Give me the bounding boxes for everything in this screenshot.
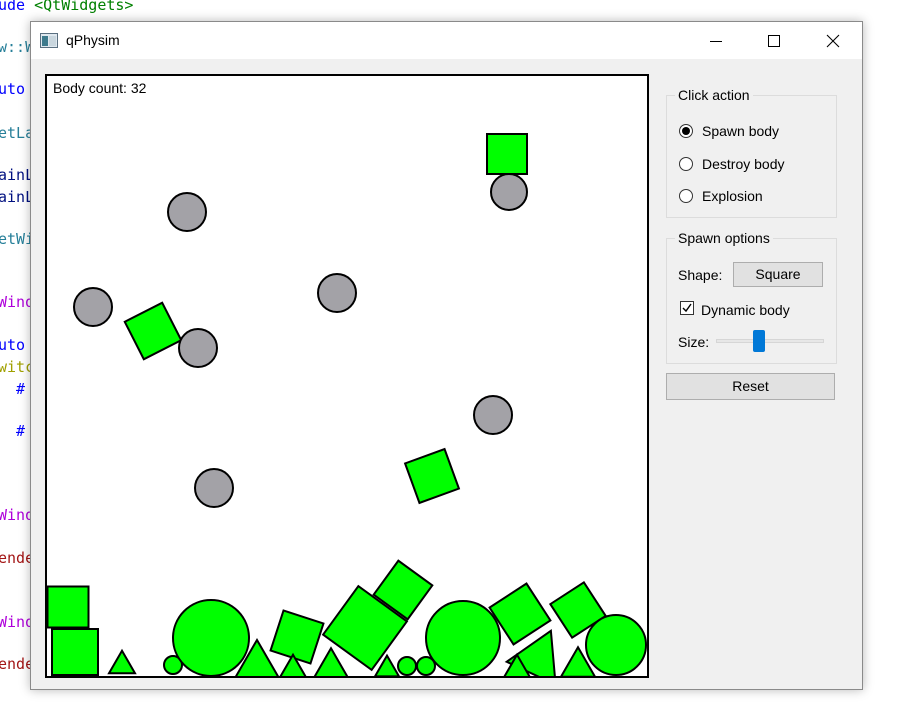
code-line: Wind [0, 293, 34, 311]
shape-label: Shape: [678, 267, 723, 283]
code-line: ende [0, 655, 34, 673]
dynamic-square-body[interactable] [123, 301, 183, 361]
code-line: witc [0, 358, 34, 376]
dynamic-circle-body[interactable] [425, 600, 501, 676]
dynamic-circle-body[interactable] [585, 614, 647, 676]
size-label: Size: [678, 334, 710, 350]
radio-label: Spawn body [702, 123, 780, 139]
code-line: etLa [0, 124, 34, 142]
code-token: ende [0, 655, 35, 673]
dynamic-square-body[interactable] [51, 628, 99, 676]
code-token: ainL [0, 188, 35, 206]
code-line: uto [0, 80, 25, 98]
code-line: ude <QtWidgets> [0, 0, 133, 14]
code-token: uto [0, 80, 26, 98]
close-icon [826, 34, 840, 48]
dynamic-triangle-body[interactable] [107, 648, 137, 675]
static-circle-body[interactable] [194, 468, 234, 508]
dynamic-square-body[interactable] [269, 609, 325, 665]
dynamic-body-checkbox[interactable] [680, 301, 694, 315]
static-circle-body[interactable] [73, 287, 113, 327]
code-line: ende [0, 549, 34, 567]
radio-button[interactable] [679, 189, 693, 203]
code-token: Wind [0, 613, 35, 631]
radio-label: Destroy body [702, 156, 785, 172]
checkmark-icon [682, 303, 692, 313]
radio-label: Explosion [702, 188, 763, 204]
radio-button[interactable] [679, 157, 693, 171]
code-token: ainL [0, 166, 35, 184]
static-circle-body[interactable] [317, 273, 357, 313]
dynamic-body-label: Dynamic body [701, 302, 790, 318]
body-count-label: Body count: 32 [53, 80, 147, 96]
shape-select-button[interactable]: Square [733, 262, 823, 287]
code-token: w::W [0, 38, 35, 56]
destroy-body-radio[interactable]: Destroy body [679, 155, 829, 175]
code-line: etWi [0, 230, 34, 248]
code-token: ende [0, 549, 35, 567]
code-token: ude [0, 0, 35, 14]
dynamic-triangle-body[interactable] [313, 646, 349, 676]
code-line: # [0, 422, 25, 440]
dynamic-square-body[interactable] [486, 133, 528, 175]
dynamic-circle-body[interactable] [397, 656, 417, 676]
code-token: Wind [0, 293, 35, 311]
code-token: <QtWidgets> [34, 0, 134, 14]
simulation-scene [47, 133, 647, 676]
spawn-options-group: Spawn options Shape: Square Dynamic body… [666, 229, 837, 364]
window-title: qPhysim [66, 32, 120, 48]
code-token: # [0, 380, 26, 398]
close-button[interactable] [810, 22, 856, 59]
maximize-icon [768, 35, 780, 47]
app-window-icon [40, 33, 58, 48]
size-slider-thumb[interactable] [753, 330, 766, 352]
click-action-group: Click action Spawn body Destroy body Exp… [666, 86, 837, 218]
static-circle-body[interactable] [178, 328, 218, 368]
radio-button[interactable] [679, 124, 693, 138]
dynamic-circle-body[interactable] [172, 599, 250, 676]
spawn-body-radio[interactable]: Spawn body [679, 122, 829, 142]
explosion-radio[interactable]: Explosion [679, 187, 829, 207]
code-line: w::W [0, 38, 34, 56]
maximize-button[interactable] [751, 22, 797, 59]
minimize-icon [710, 41, 722, 42]
code-line: # [0, 380, 25, 398]
static-circle-body[interactable] [473, 395, 513, 435]
code-token: etLa [0, 124, 35, 142]
reset-button[interactable]: Reset [666, 373, 835, 400]
code-token: # [0, 422, 26, 440]
static-circle-body[interactable] [490, 173, 528, 211]
minimize-button[interactable] [693, 22, 739, 59]
dynamic-square-body[interactable] [403, 447, 461, 505]
code-token: Wind [0, 506, 35, 524]
code-line: ainL [0, 166, 34, 184]
code-token: uto [0, 336, 26, 354]
simulation-canvas[interactable]: Body count: 32 [45, 74, 649, 678]
code-token: witc [0, 358, 35, 376]
click-action-title: Click action [675, 86, 753, 104]
size-slider-track[interactable] [716, 339, 824, 343]
qphysim-window: qPhysim Body count: 32 Click action Spaw… [30, 21, 863, 690]
code-line: Wind [0, 506, 34, 524]
static-circle-body[interactable] [167, 192, 207, 232]
code-line: Wind [0, 613, 34, 631]
code-line: uto [0, 336, 25, 354]
dynamic-square-body[interactable] [47, 585, 90, 629]
code-line: ainL [0, 188, 34, 206]
title-bar[interactable]: qPhysim [31, 22, 862, 59]
spawn-options-title: Spawn options [675, 229, 773, 247]
code-token: etWi [0, 230, 35, 248]
